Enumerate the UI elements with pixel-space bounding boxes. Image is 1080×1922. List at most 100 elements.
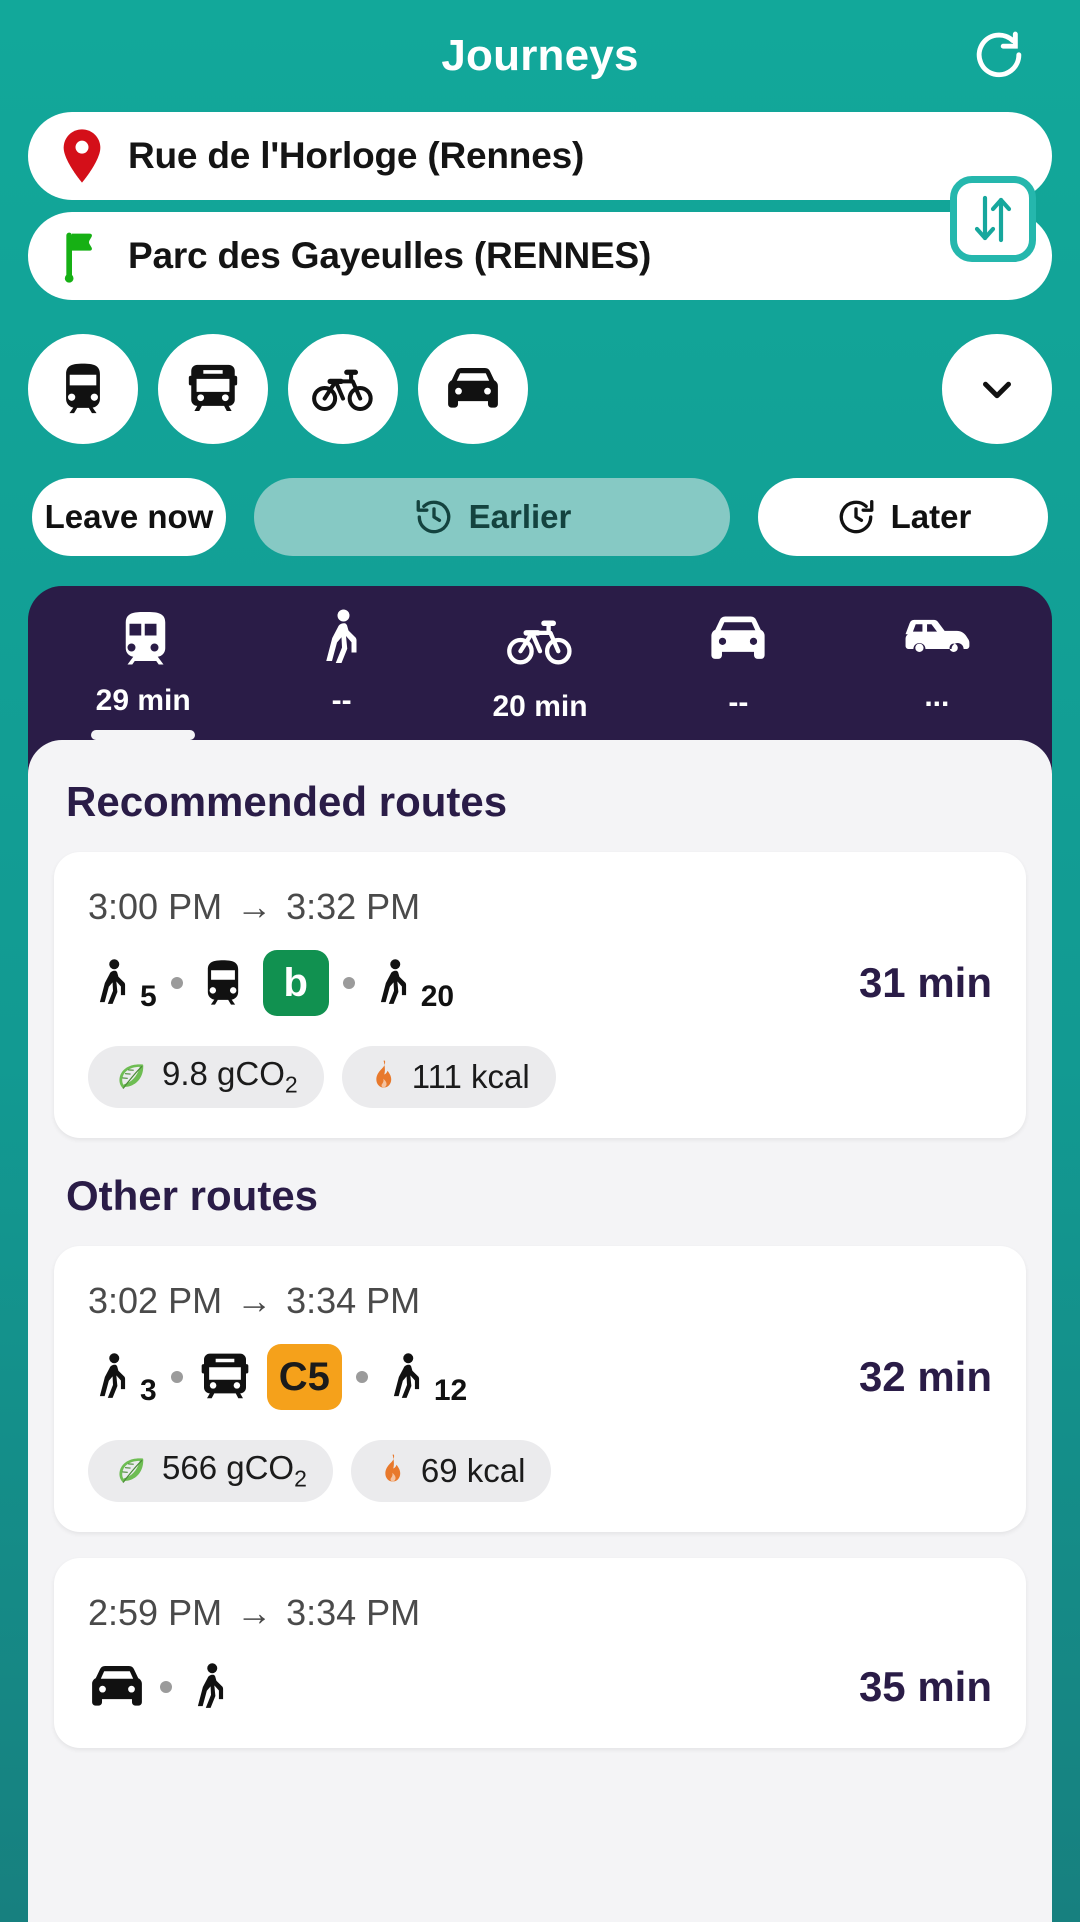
route-legs [88, 1656, 236, 1718]
route-total-duration: 31 min [858, 959, 992, 1006]
route-depart-time: 3:02 PM [88, 1280, 223, 1321]
destination-field[interactable]: Parc des Gayeulles (RENNES) [28, 212, 1052, 300]
leg-car [88, 1664, 146, 1710]
line-badge-bus: C5 [266, 1344, 342, 1410]
bus-icon [184, 360, 242, 418]
bus-icon [197, 1347, 253, 1407]
leg-duration: 20 [420, 980, 455, 1013]
kcal-badge: 69 kcal [350, 1440, 552, 1502]
route-summary: 3 C5 12 32 min [88, 1344, 992, 1410]
routes-sheet[interactable]: Recommended routes 3:00 PM → 3:32 PM 5 b… [28, 740, 1052, 1922]
leg-walk: 5 [88, 952, 157, 1014]
arrow-right-icon: → [236, 1592, 273, 1633]
route-times: 3:00 PM → 3:32 PM [88, 886, 992, 928]
tab-train-duration: 29 min [95, 684, 191, 717]
later-label: Later [890, 498, 972, 535]
line-badge-label: C5 [278, 1354, 330, 1399]
mode-car-button[interactable] [418, 334, 528, 444]
route-summary: 5 b 20 31 min [88, 950, 992, 1016]
origin-value: Rue de l'Horloge (Rennes) [128, 135, 585, 176]
tab-car[interactable]: -- [639, 608, 837, 740]
leg-separator-dot [170, 1371, 183, 1383]
route-depart-time: 2:59 PM [88, 1592, 223, 1633]
origin-field[interactable]: Rue de l'Horloge (Rennes) [28, 112, 1052, 200]
tab-car-duration: -- [728, 686, 749, 719]
app-header: Journeys [0, 0, 1080, 112]
arrow-right-icon: → [236, 886, 273, 927]
journeys-screen: Journeys Rue de l'Horloge (Rennes) Parc … [0, 0, 1080, 1922]
leg-bus [197, 1347, 253, 1407]
metro-icon [54, 360, 112, 418]
car-icon [88, 1664, 146, 1710]
co2-value: 566 gCO2 [162, 1449, 307, 1492]
later-button[interactable]: Later [758, 478, 1048, 556]
train-icon [113, 608, 173, 668]
leg-separator-dot [342, 977, 355, 989]
kcal-value: 69 kcal [420, 1452, 526, 1489]
tab-train[interactable]: 29 min [44, 608, 242, 740]
leg-metro [197, 952, 249, 1014]
search-fields: Rue de l'Horloge (Rennes) Parc des Gayeu… [0, 112, 1080, 300]
route-card[interactable]: 3:02 PM → 3:34 PM 3 C5 12 32 min 566 gCO… [54, 1246, 1026, 1532]
leave-now-label: Leave now [44, 498, 214, 535]
route-summary: 35 min [88, 1656, 992, 1718]
bike-icon [312, 358, 374, 420]
tab-selected-indicator [91, 730, 196, 740]
route-arrive-time: 3:34 PM [286, 1280, 421, 1321]
co2-badge: 566 gCO2 [88, 1440, 333, 1502]
arrow-right-icon: → [236, 1280, 273, 1321]
route-times: 2:59 PM → 3:34 PM [88, 1592, 992, 1634]
mode-tab-bar: 29 min -- 20 min -- ... [28, 586, 1052, 740]
co2-badge: 9.8 gCO2 [88, 1046, 324, 1108]
mode-bike-button[interactable] [288, 334, 398, 444]
walk-icon [186, 1656, 236, 1718]
leg-separator-dot [355, 1371, 368, 1383]
mode-metro-button[interactable] [28, 334, 138, 444]
kcal-value: 111 kcal [411, 1058, 530, 1095]
swap-vertical-icon[interactable] [950, 176, 1036, 262]
walk-icon [382, 1346, 432, 1408]
expand-modes-button[interactable] [942, 334, 1052, 444]
chevron-down-icon [974, 366, 1020, 412]
flame-icon [368, 1060, 398, 1094]
leg-walk: 3 [88, 1346, 157, 1408]
leg-separator-dot [170, 977, 183, 989]
mode-filter-row [0, 334, 1080, 444]
leg-duration: 12 [433, 1374, 468, 1407]
other-routes-title: Other routes [66, 1172, 319, 1219]
route-total-duration: 32 min [858, 1353, 992, 1400]
departure-time-controls: Leave now Earlier Later [0, 478, 1080, 556]
car-icon [707, 608, 769, 670]
recommended-routes-title: Recommended routes [66, 778, 508, 825]
tab-carpool[interactable]: ... [838, 608, 1036, 740]
route-metrics: 9.8 gCO2 111 kcal [88, 1046, 992, 1108]
tab-carpool-duration: ... [924, 680, 950, 713]
route-times: 3:02 PM → 3:34 PM [88, 1280, 992, 1322]
tab-bike[interactable]: 20 min [441, 608, 639, 740]
kcal-badge: 111 kcal [341, 1046, 556, 1108]
leg-duration: 3 [140, 1374, 157, 1407]
line-badge-metro: b [262, 950, 329, 1016]
leg-duration: 5 [140, 980, 157, 1013]
leg-walk: 12 [382, 1346, 467, 1408]
route-total-duration: 35 min [858, 1663, 992, 1710]
walk-icon [88, 952, 138, 1014]
route-legs: 3 C5 12 [88, 1344, 467, 1410]
route-card[interactable]: 2:59 PM → 3:34 PM 35 min [54, 1558, 1026, 1748]
line-badge-label: b [283, 960, 308, 1005]
refresh-icon[interactable] [964, 21, 1034, 91]
route-metrics: 566 gCO2 69 kcal [88, 1440, 992, 1502]
earlier-button[interactable]: Earlier [254, 478, 730, 556]
mode-bus-button[interactable] [158, 334, 268, 444]
clock-back-icon [413, 496, 455, 538]
walk-icon [88, 1346, 138, 1408]
route-arrive-time: 3:34 PM [286, 1592, 421, 1633]
carpool-icon [900, 608, 974, 664]
leg-separator-dot [160, 1681, 172, 1693]
route-card[interactable]: 3:00 PM → 3:32 PM 5 b 20 31 min 9.8 gCO2… [54, 852, 1026, 1138]
tab-walk[interactable]: -- [242, 608, 440, 740]
leave-now-button[interactable]: Leave now [32, 478, 226, 556]
page-title: Journeys [441, 31, 639, 80]
bike-icon [507, 608, 573, 674]
metro-icon [197, 952, 249, 1014]
